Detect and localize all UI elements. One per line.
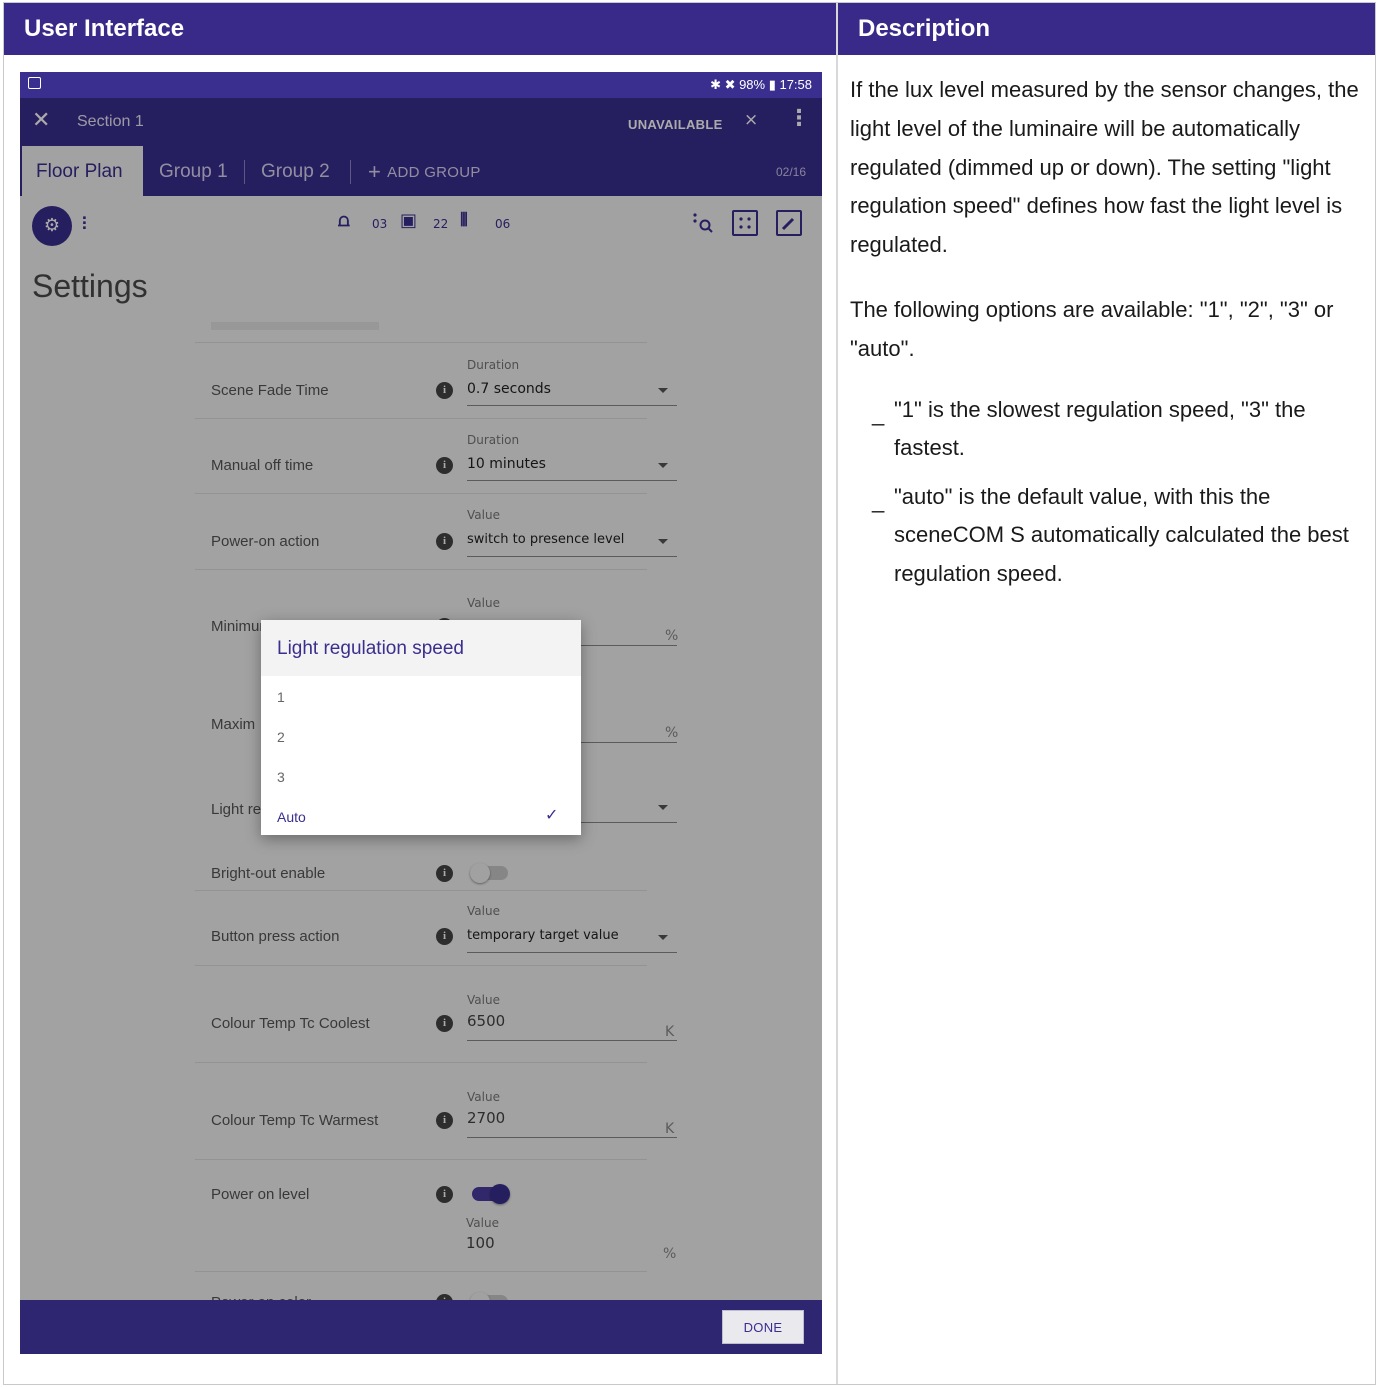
option-3[interactable]: 3 bbox=[277, 769, 285, 785]
check-icon: ✓ bbox=[545, 807, 559, 824]
status-indicators: ✱ ✖ 98% ▮ 17:58 bbox=[710, 77, 812, 92]
option-auto[interactable]: Auto bbox=[277, 809, 306, 825]
content-table: User Interface Description ✱ ✖ 98% ▮ 17:… bbox=[3, 2, 1376, 1385]
description-column-header: Description bbox=[838, 3, 1375, 55]
column-divider bbox=[836, 3, 838, 1384]
description-paragraph: If the lux level measured by the sensor … bbox=[850, 77, 1359, 258]
dialog-title: Light regulation speed bbox=[261, 620, 581, 676]
ui-column-header: User Interface bbox=[4, 3, 836, 55]
description-text: If the lux level measured by the sensor … bbox=[850, 71, 1368, 603]
bottom-bar: DONE bbox=[20, 1300, 822, 1354]
option-2[interactable]: 2 bbox=[277, 729, 285, 745]
done-button[interactable]: DONE bbox=[722, 1310, 804, 1344]
tablet-screenshot: ✱ ✖ 98% ▮ 17:58 ✕ Section 1 UNAVAILABLE … bbox=[20, 72, 822, 1354]
list-item-text: "1" is the slowest regulation speed, "3"… bbox=[894, 396, 1306, 461]
light-regulation-dialog: Light regulation speed 1 2 3 Auto ✓ bbox=[261, 620, 581, 835]
options-list: _ "1" is the slowest regulation speed, "3… bbox=[850, 391, 1368, 594]
gallery-notification-icon bbox=[28, 77, 41, 89]
list-item: _ "auto" is the default value, with this … bbox=[850, 478, 1368, 594]
options-paragraph: The following options are available: "1"… bbox=[850, 296, 1334, 361]
option-1[interactable]: 1 bbox=[277, 689, 285, 705]
status-bar: ✱ ✖ 98% ▮ 17:58 bbox=[20, 72, 822, 98]
bullet-marker: _ bbox=[872, 400, 885, 426]
list-item-text: "auto" is the default value, with this t… bbox=[894, 483, 1349, 586]
list-item: _ "1" is the slowest regulation speed, "3… bbox=[850, 391, 1368, 468]
bullet-marker: _ bbox=[872, 487, 885, 513]
